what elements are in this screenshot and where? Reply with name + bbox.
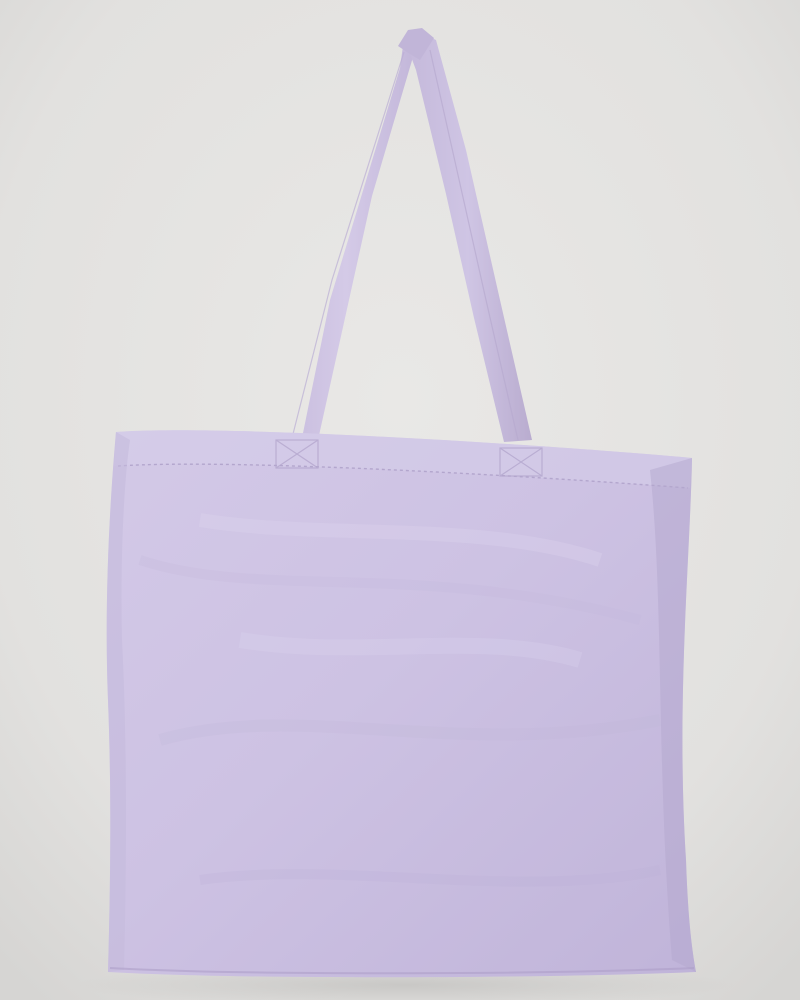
- product-photo: [0, 0, 800, 1000]
- tote-bag-illustration: [0, 0, 800, 1000]
- bag-body: [106, 430, 697, 978]
